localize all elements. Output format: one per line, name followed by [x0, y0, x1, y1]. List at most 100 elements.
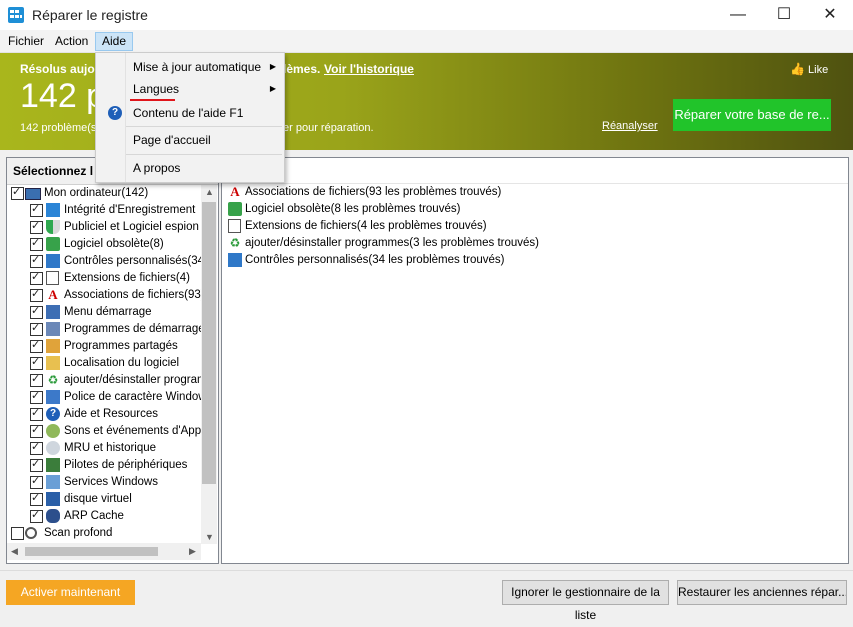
- menu-action[interactable]: Action: [49, 33, 94, 50]
- tree-item-checkbox[interactable]: [30, 473, 43, 490]
- history-icon: [46, 441, 60, 455]
- tree-item[interactable]: Extensions de fichiers(4): [7, 269, 201, 287]
- tree-item-checkbox[interactable]: [30, 456, 43, 473]
- tree-item-checkbox[interactable]: [30, 507, 43, 524]
- horizontal-scroll-thumb[interactable]: [25, 547, 158, 556]
- banner-subtext: 142 problème(s: [20, 122, 97, 134]
- category-tree: Mon ordinateur(142) Intégrité d'Enregist…: [7, 185, 201, 543]
- close-button[interactable]: ✕: [807, 0, 853, 30]
- menu-item-label: Page d'accueil: [133, 133, 211, 147]
- startup-icon: [46, 322, 60, 336]
- history-link[interactable]: Voir l'historique: [324, 62, 414, 76]
- shared-icon: [46, 339, 60, 353]
- tree-item-checkbox[interactable]: [30, 337, 43, 354]
- category-tree-panel: Sélectionnez l Mon ordinateur(142) Intég…: [6, 157, 219, 564]
- tree-item-label: Sons et événements d'Applic: [64, 425, 201, 437]
- tree-item-label: Services Windows: [64, 476, 158, 488]
- restore-button[interactable]: Restaurer les anciennes répar...: [677, 580, 847, 605]
- recycle-icon: ♻: [229, 236, 241, 250]
- reanalyze-link[interactable]: Réanalyser: [602, 120, 658, 132]
- tree-item-checkbox[interactable]: [30, 388, 43, 405]
- driver-icon: [46, 458, 60, 472]
- scroll-left-arrow[interactable]: ◀: [11, 546, 18, 557]
- registry-icon: [46, 203, 60, 217]
- tree-item-label: Intégrité d'Enregistrement: [64, 204, 196, 216]
- minimize-button[interactable]: —: [715, 0, 761, 30]
- submenu-arrow-icon: ▶: [269, 62, 276, 71]
- footer-divider: [0, 570, 853, 571]
- tree-item-checkbox[interactable]: [30, 303, 43, 320]
- tree-item-checkbox[interactable]: [30, 269, 43, 286]
- tree-item[interactable]: Intégrité d'Enregistrement: [7, 201, 201, 219]
- tree-item[interactable]: Menu démarrage: [7, 303, 201, 321]
- tree-item-checkbox[interactable]: [30, 490, 43, 507]
- blocks-icon: [228, 253, 242, 267]
- vertical-scroll-thumb[interactable]: [202, 202, 216, 484]
- tree-item-checkbox[interactable]: [30, 201, 43, 218]
- tree-item-checkbox[interactable]: [30, 439, 43, 456]
- font-icon: [46, 390, 60, 404]
- menu-aide[interactable]: Aide: [95, 32, 134, 51]
- tree-item[interactable]: Programmes partagés: [7, 337, 201, 355]
- tree-item-label: ARP Cache: [64, 510, 124, 522]
- tree-item-checkbox[interactable]: [30, 354, 43, 371]
- result-label: Extensions de fichiers(4 les problèmes t…: [245, 220, 487, 232]
- ignore-list-button[interactable]: Ignorer le gestionnaire de la liste: [502, 580, 669, 622]
- title-bar: Réparer le registre — ☐ ✕: [0, 0, 853, 31]
- menu-item-langues[interactable]: Langues ▶: [96, 78, 284, 100]
- folder-icon: [46, 356, 60, 370]
- tree-item-checkbox[interactable]: [30, 235, 43, 252]
- tree-item[interactable]: Services Windows: [7, 473, 201, 491]
- menu-fichier[interactable]: Fichier: [2, 33, 50, 50]
- menu-item-a-propos[interactable]: A propos: [96, 157, 284, 179]
- tree-item-checkbox[interactable]: [30, 320, 43, 337]
- tree-item[interactable]: Police de caractère Windows: [7, 388, 201, 406]
- scroll-right-arrow[interactable]: ▶: [189, 546, 196, 557]
- tree-root[interactable]: Mon ordinateur(142): [7, 185, 201, 202]
- scan-profond-item[interactable]: Scan profond: [7, 525, 201, 542]
- shield-icon: [46, 220, 60, 234]
- menu-item-page-accueil[interactable]: Page d'accueil: [96, 129, 284, 151]
- tree-item[interactable]: Programmes de démarrage: [7, 320, 201, 338]
- aide-dropdown-menu: Mise à jour automatique ▶ Langues ▶ ? Co…: [95, 52, 285, 183]
- menu-item-mise-a-jour[interactable]: Mise à jour automatique ▶: [96, 56, 284, 78]
- tree-item-label: Associations de fichiers(93): [64, 289, 201, 301]
- maximize-button[interactable]: ☐: [761, 0, 807, 30]
- tree-item[interactable]: A Associations de fichiers(93): [7, 286, 201, 304]
- scroll-up-arrow[interactable]: ▲: [205, 187, 214, 197]
- file-ext-icon: [46, 271, 59, 285]
- scan-profond-checkbox[interactable]: [11, 527, 24, 540]
- activate-button[interactable]: Activer maintenant: [6, 580, 135, 605]
- tree-item[interactable]: Publiciel et Logiciel espion: [7, 218, 201, 236]
- tree-item[interactable]: Pilotes de périphériques: [7, 456, 201, 474]
- tree-item-checkbox[interactable]: [30, 252, 43, 269]
- tree-item-checkbox[interactable]: [30, 371, 43, 388]
- file-ext-icon: [228, 219, 241, 233]
- tree-item[interactable]: MRU et historique: [7, 439, 201, 457]
- tree-item[interactable]: Contrôles personnalisés(34): [7, 252, 201, 270]
- tree-item[interactable]: ♻ ajouter/désinstaller program: [7, 371, 201, 389]
- menu-item-contenu-aide[interactable]: ? Contenu de l'aide F1: [96, 102, 284, 124]
- tree-item[interactable]: Sons et événements d'Applic: [7, 422, 201, 440]
- root-checkbox[interactable]: [11, 185, 24, 201]
- tree-item[interactable]: ? Aide et Resources: [7, 405, 201, 423]
- help-icon: ?: [108, 106, 122, 120]
- scroll-down-arrow[interactable]: ▼: [205, 532, 214, 542]
- results-panel: A Associations de fichiers(93 les problèm…: [221, 157, 849, 564]
- tree-item-checkbox[interactable]: [30, 286, 43, 303]
- font-a-icon: A: [230, 184, 240, 199]
- arp-icon: [46, 509, 60, 523]
- tree-item[interactable]: disque virtuel: [7, 490, 201, 508]
- tree-item-checkbox[interactable]: [30, 422, 43, 439]
- repair-button[interactable]: Réparer votre base de re...: [673, 99, 831, 131]
- window-title: Réparer le registre: [32, 7, 148, 23]
- tree-item-checkbox[interactable]: [30, 218, 43, 235]
- sound-icon: [46, 424, 60, 438]
- like-button[interactable]: 👍 Like: [790, 62, 828, 76]
- tree-item[interactable]: Localisation du logiciel: [7, 354, 201, 372]
- banner-heading: Résolus aujo: [20, 62, 95, 76]
- tree-item-label: Publiciel et Logiciel espion: [64, 221, 199, 233]
- tree-item[interactable]: ARP Cache: [7, 507, 201, 525]
- tree-item-checkbox[interactable]: [30, 405, 43, 422]
- tree-item[interactable]: Logiciel obsolète(8): [7, 235, 201, 253]
